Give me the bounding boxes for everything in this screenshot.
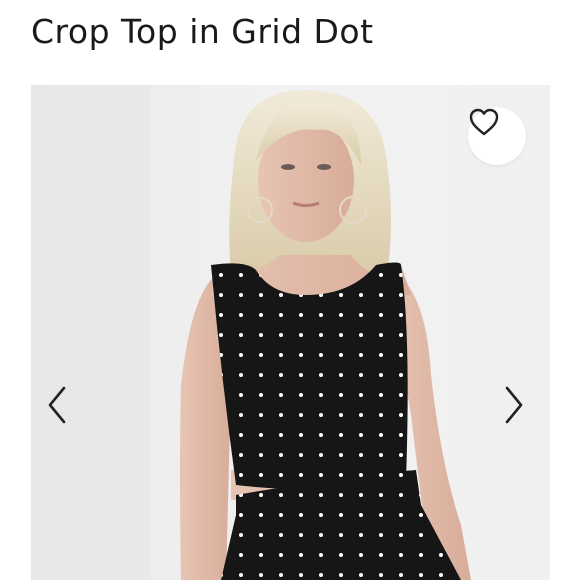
listing-title: Crop Top in Grid Dot: [31, 12, 374, 51]
heart-outline-icon: [469, 108, 499, 136]
next-image-button[interactable]: [502, 385, 536, 441]
product-photo[interactable]: [31, 85, 550, 580]
chevron-right-icon: [505, 386, 523, 424]
favorite-button[interactable]: [468, 107, 526, 165]
chevron-left-icon: [48, 386, 66, 424]
previous-image-button[interactable]: [45, 385, 79, 441]
model-illustration: [31, 85, 471, 580]
